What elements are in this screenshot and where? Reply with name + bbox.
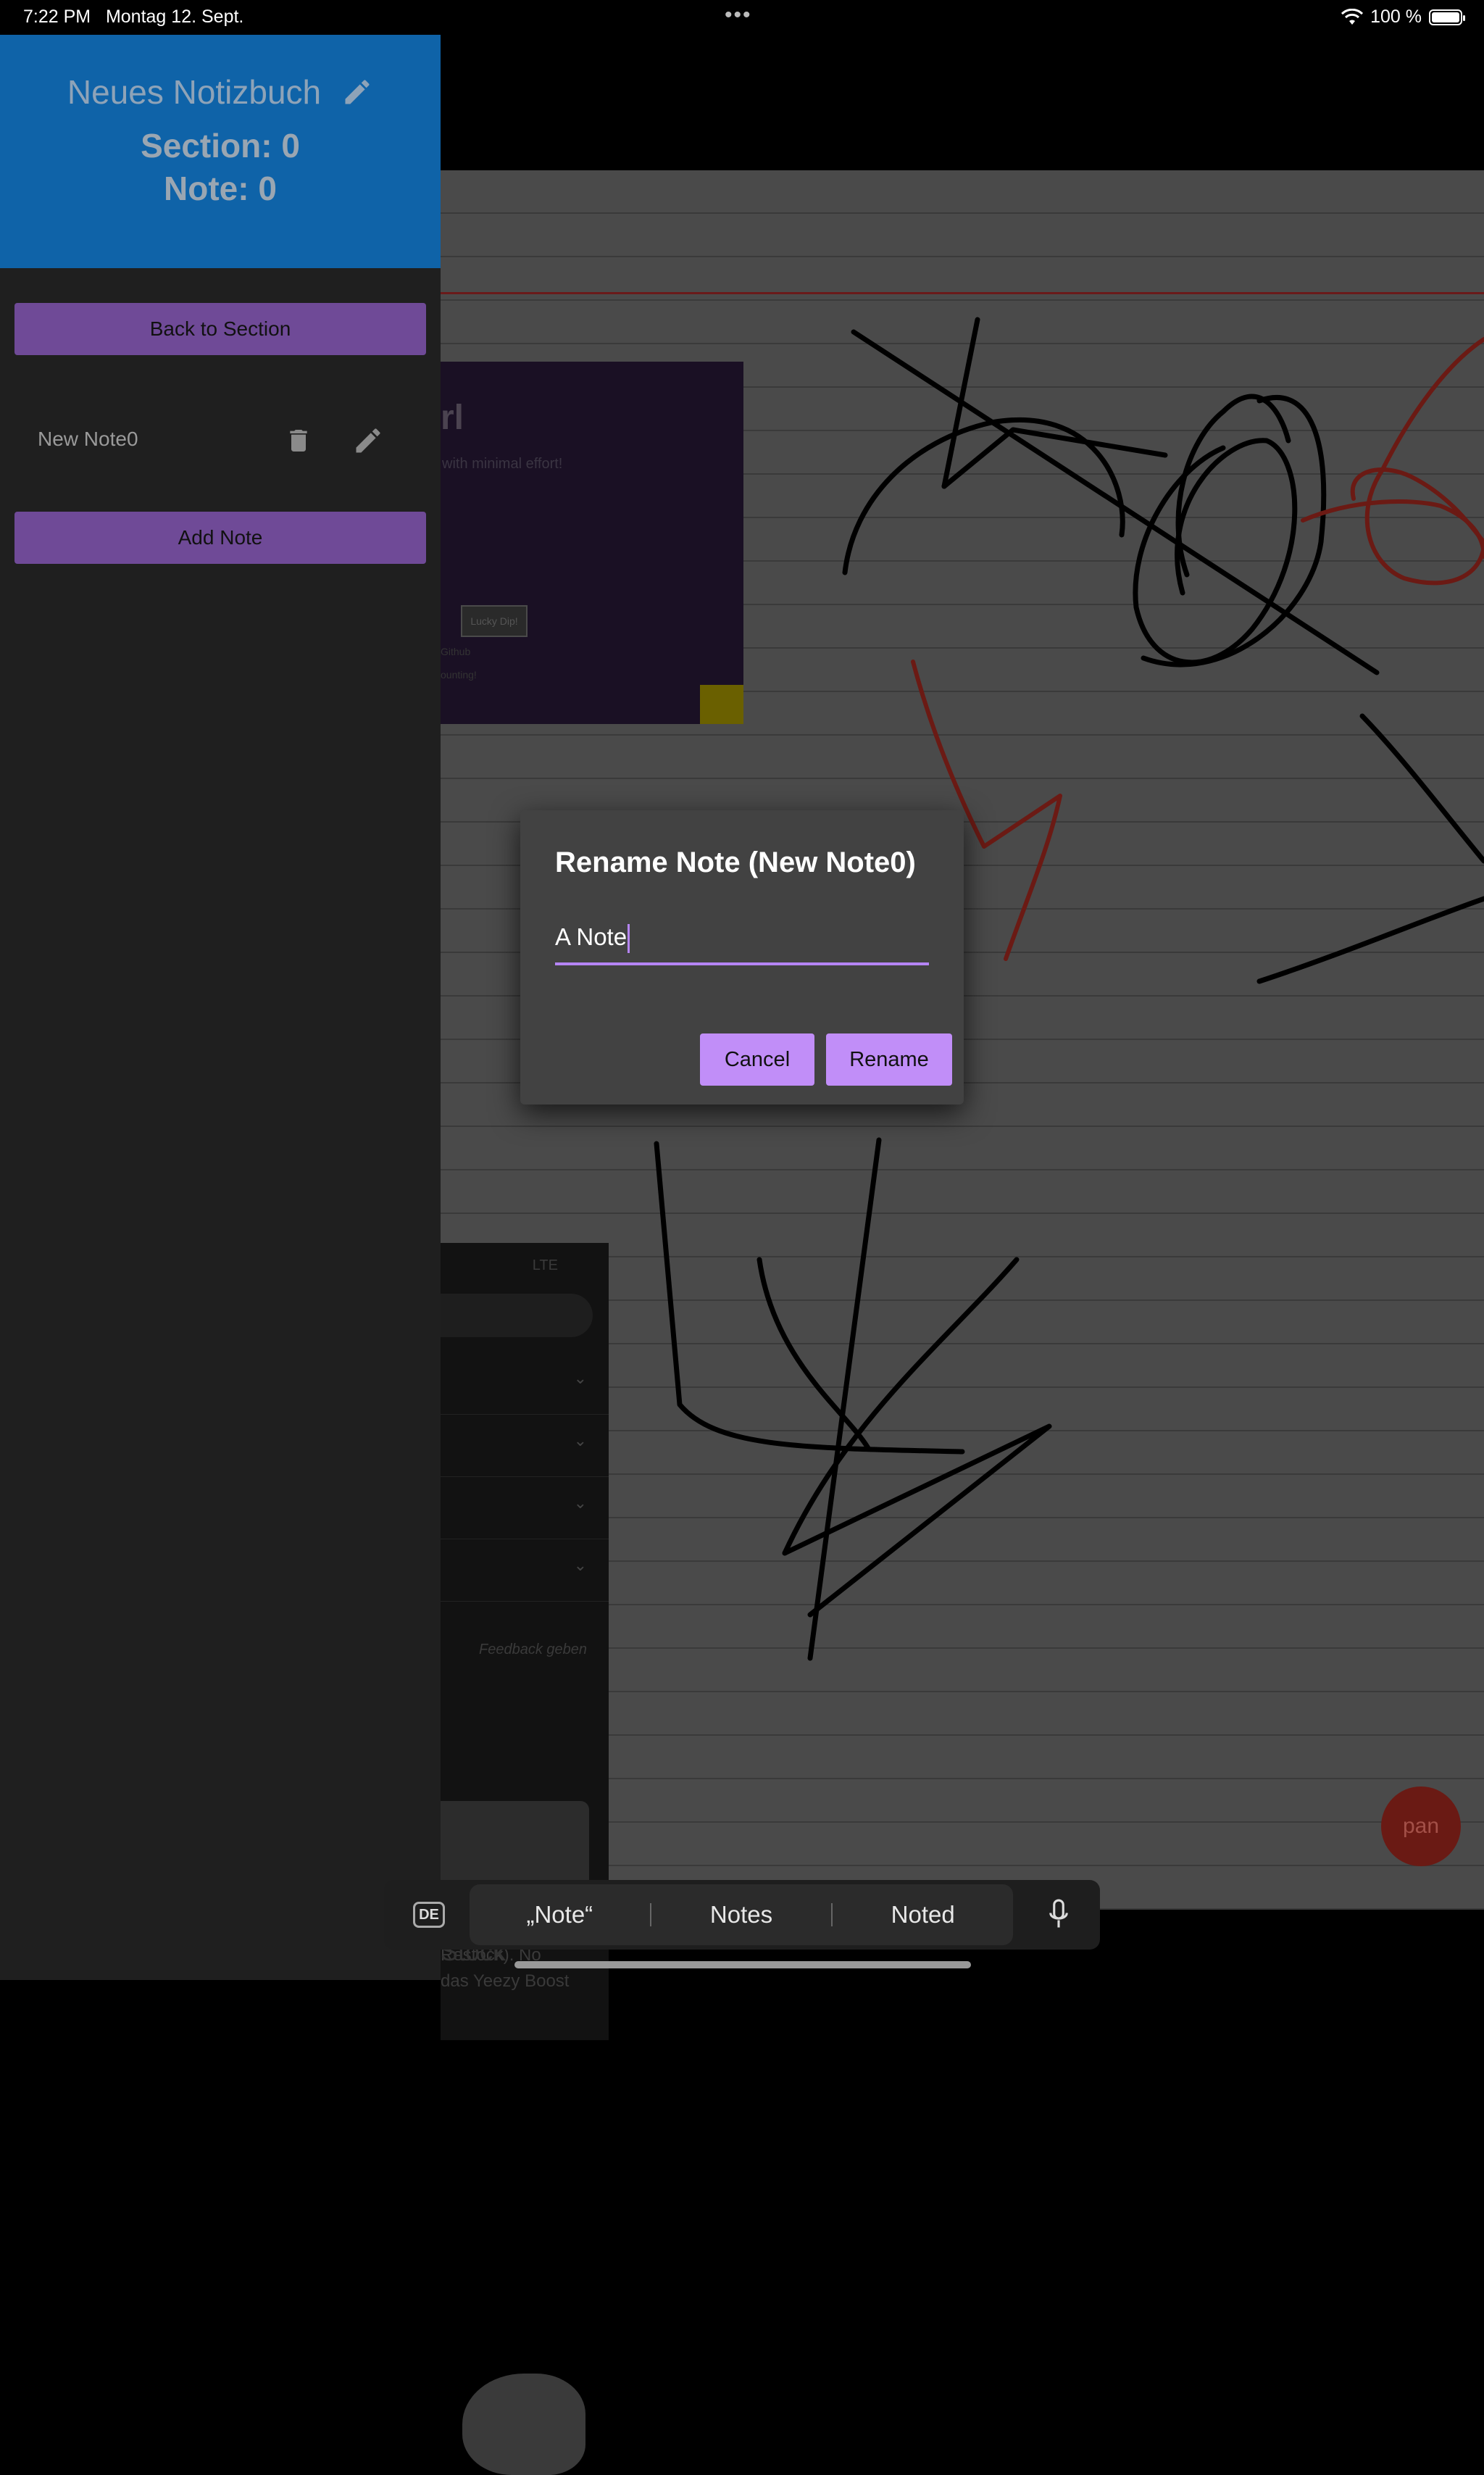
edit-pencil-icon[interactable] [341,76,373,108]
battery-fill [1432,12,1459,22]
status-right: 100 % [1341,7,1465,28]
battery-percent: 100 % [1370,7,1422,27]
rename-input-value[interactable]: A Note [555,923,627,950]
status-time: 7:22 PM [23,7,91,27]
home-indicator[interactable] [514,1961,971,1968]
ink-stroke [782,1257,1020,1556]
ink-stroke [941,427,1168,489]
note-label[interactable]: New Note0 [38,428,138,451]
sneaker-image [462,2374,585,2475]
multitasking-dots-icon[interactable]: ••• [725,3,752,28]
rename-note-dialog: Rename Note (New Note0) A Note Cancel Re… [520,810,964,1105]
rename-input[interactable]: A Note [555,919,929,965]
note-index: Note: 0 [164,170,277,207]
suggestion-strip: „Note“ Notes Noted [470,1884,1013,1945]
suggestion-item[interactable]: „Note“ [470,1901,650,1929]
cancel-button[interactable]: Cancel [700,1033,814,1086]
ink-stroke [654,1141,965,1455]
dialog-title: Rename Note (New Note0) [555,847,916,878]
ink-stroke [782,1423,1052,1618]
notebook-title-row: Neues Notizbuch [0,72,441,112]
ink-stroke [1359,713,1484,864]
trash-icon[interactable] [284,425,313,457]
keyboard-language-icon[interactable]: DE [413,1902,445,1928]
ink-stroke [1256,896,1484,984]
pan-fab-button[interactable]: pan [1381,1786,1461,1866]
drawer-header: Neues Notizbuch Section: 0 Note: 0 [0,35,441,268]
battery-icon [1429,9,1465,25]
status-bar: 7:22 PM Montag 12. Sept. ••• 100 % [0,0,1484,35]
wifi-icon [1341,8,1364,25]
section-index: Section: 0 [141,127,300,165]
back-to-section-button[interactable]: Back to Section [14,303,426,355]
ink-stroke-red [1350,467,1484,544]
suggestion-item[interactable]: Noted [833,1901,1013,1929]
list-item[interactable]: New Note0 [0,404,441,477]
rename-button[interactable]: Rename [826,1033,952,1086]
microphone-icon[interactable] [1048,1897,1070,1932]
ink-stroke-red [1364,337,1484,586]
keyboard-suggestion-bar: DE „Note“ Notes Noted [384,1880,1100,1950]
edit-pencil-icon[interactable] [352,425,384,457]
notebook-title: Neues Notizbuch [67,73,322,111]
ink-stroke [851,329,1380,675]
ink-stroke [1141,394,1327,667]
status-time-date: 7:22 PM Montag 12. Sept. [23,7,243,28]
status-date: Montag 12. Sept. [105,7,244,27]
text-caret [628,924,630,954]
ink-stroke [807,1137,882,1661]
navigation-drawer: Neues Notizbuch Section: 0 Note: 0 Back … [0,35,441,1980]
suggestion-item[interactable]: Notes [651,1901,832,1929]
add-note-button[interactable]: Add Note [14,512,426,564]
